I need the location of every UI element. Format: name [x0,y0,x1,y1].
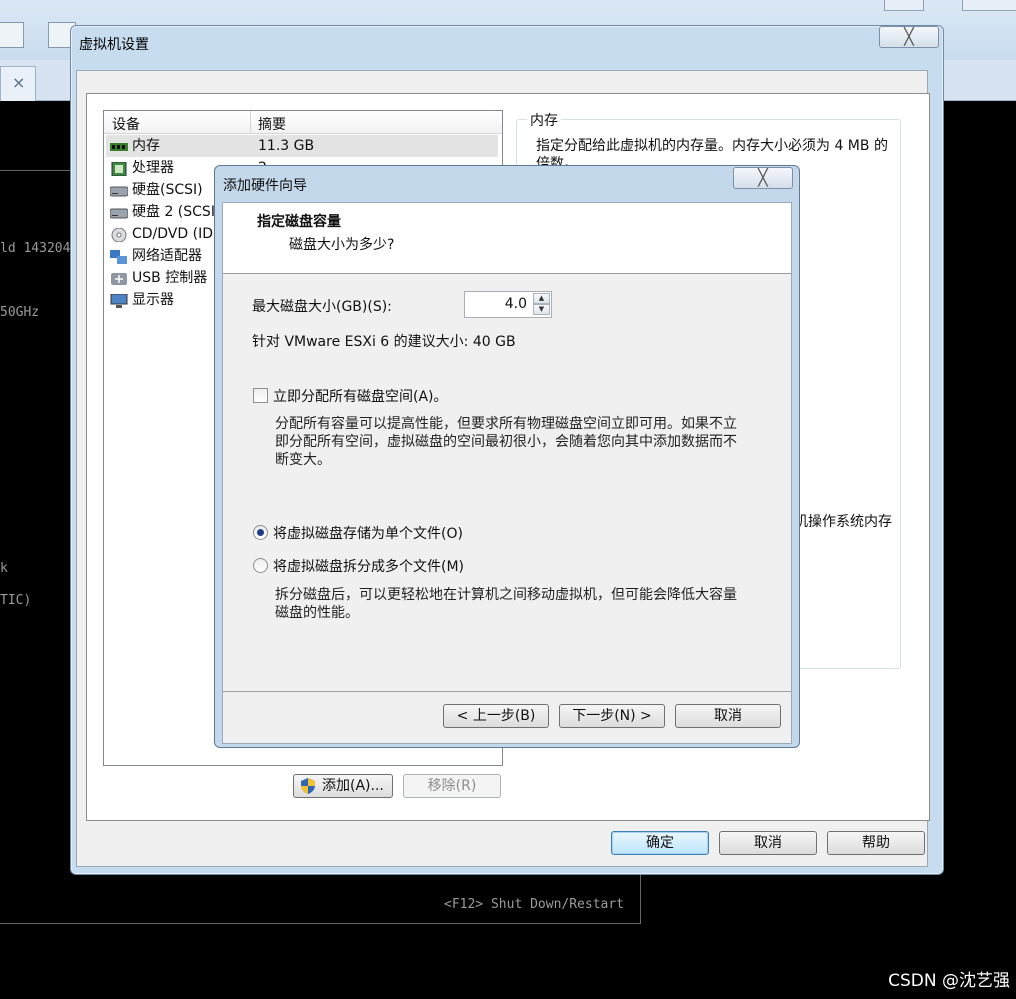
allocate-now-checkbox[interactable] [253,388,268,403]
allocate-description-line: 分配所有容量可以提高性能，但要求所有物理磁盘空间立即可用。如果不立 [275,416,737,432]
disk-icon [109,205,129,219]
max-size-stepper[interactable]: 4.0 ▲ ▼ [464,291,552,318]
ok-button[interactable]: 确定 [611,831,709,855]
allocate-description-line: 即分配所有空间，虚拟磁盘的空间最初很小，会随着您向其中添加数据而不 [275,434,737,450]
device-row[interactable]: 内存 11.3 GB [106,135,498,157]
radio-selected-dot [257,529,264,536]
device-name: 显示器 [132,292,174,308]
memory-icon [110,139,128,153]
monitor-icon [110,293,128,308]
cancel-button[interactable]: 取消 [719,831,817,855]
wizard-close-button[interactable]: ╳ [733,167,793,189]
wizard-separator [223,691,791,692]
device-name: CD/DVD (IDE [132,226,222,242]
allocate-description-line: 断变大。 [275,452,331,468]
stepper-down-icon[interactable]: ▼ [533,304,550,315]
close-icon[interactable]: × [12,73,25,92]
disk-icon [109,183,129,197]
console-line: ld 1432046 [0,241,79,256]
device-name: 处理器 [132,160,174,176]
split-description-line: 磁盘的性能。 [275,605,359,621]
device-name: 硬盘 2 (SCSI [132,204,215,220]
back-button[interactable]: < 上一步(B) [443,704,549,728]
max-size-label: 最大磁盘大小(GB)(S): [252,299,392,315]
stepper-up-icon[interactable]: ▲ [533,293,550,304]
single-file-label[interactable]: 将虚拟磁盘存储为单个文件(O) [273,523,463,543]
device-name: 网络适配器 [132,248,202,264]
close-button[interactable]: ╳ [879,26,939,48]
device-name: USB 控制器 [132,270,208,286]
device-name: 硬盘(SCSI) [132,182,203,198]
column-divider[interactable] [250,111,251,133]
single-file-radio[interactable] [253,525,268,540]
host-restore-button[interactable] [962,0,1016,11]
remove-button[interactable]: 移除(R) [403,774,501,798]
max-size-value[interactable]: 4.0 [505,296,527,312]
multi-file-radio[interactable] [253,558,268,573]
wizard-header-subtitle: 磁盘大小为多少? [289,237,395,253]
host-tab[interactable]: × [0,66,36,101]
add-button[interactable]: 添加(A)... [293,774,393,798]
watermark: CSDN @沈艺强 [888,971,1010,991]
column-header-device[interactable]: 设备 [112,114,140,134]
memory-legend: 内存 [527,110,561,130]
recommended-size: 针对 VMware ESXi 6 的建议大小: 40 GB [252,334,516,350]
wizard-client: 指定磁盘容量 磁盘大小为多少? 最大磁盘大小(GB)(S): 4.0 ▲ ▼ 针… [222,202,792,744]
wizard-header: 指定磁盘容量 磁盘大小为多少? [223,203,791,274]
allocate-description: 分配所有容量可以提高性能，但要求所有物理磁盘空间立即可用。如果不立 即分配所有空… [275,415,737,469]
host-minimize-button[interactable] [884,0,924,11]
memory-partial-text: 机操作系统内存 [794,514,892,530]
stepper-buttons: ▲ ▼ [533,293,550,316]
console-line: k [0,561,8,576]
column-header-summary[interactable]: 摘要 [258,114,286,134]
network-icon [110,249,128,264]
add-button-label: 添加(A)... [322,778,384,794]
split-description-line: 拆分磁盘后，可以更轻松地在计算机之间移动虚拟机，但可能会降低大容量 [275,587,737,603]
console-line: 50GHz [0,305,40,320]
wizard-title: 添加硬件向导 [223,178,307,194]
wizard-header-title: 指定磁盘容量 [257,214,341,230]
help-button[interactable]: 帮助 [827,831,925,855]
close-icon: ╳ [904,27,914,46]
close-icon: ╳ [758,168,768,187]
window-title: 虚拟机设置 [79,37,149,53]
split-description: 拆分磁盘后，可以更轻松地在计算机之间移动虚拟机，但可能会降低大容量 磁盘的性能。 [275,586,737,622]
console-line: TIC) [0,593,32,608]
shield-icon [301,778,315,794]
allocate-now-label[interactable]: 立即分配所有磁盘空间(A)。 [273,386,448,406]
wizard-cancel-button[interactable]: 取消 [675,704,781,728]
device-name: 内存 [132,138,160,154]
cpu-icon [110,161,128,177]
console-footer: <F12> Shut Down/Restart [444,897,625,912]
usb-icon [110,271,128,285]
multi-file-label[interactable]: 将虚拟磁盘拆分成多个文件(M) [273,556,464,576]
list-header: 设备 摘要 [104,111,502,134]
add-hardware-wizard: 添加硬件向导 ╳ 指定磁盘容量 磁盘大小为多少? 最大磁盘大小(GB)(S): … [214,165,800,748]
toolbar-icon[interactable] [0,22,24,48]
next-button[interactable]: 下一步(N) > [559,704,665,728]
device-summary: 11.3 GB [258,138,315,154]
cdrom-icon [110,227,128,243]
